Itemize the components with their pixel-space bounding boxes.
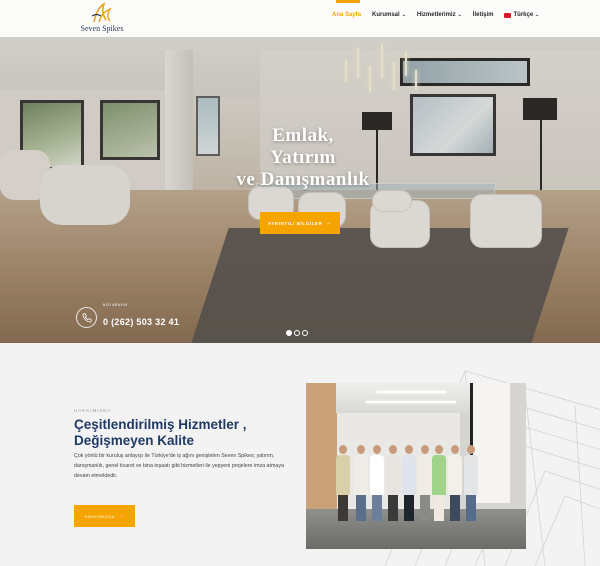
section-title: Çeşitlendirilmiş Hizmetler , Değişmeyen … bbox=[74, 417, 304, 449]
nav-item-label: Ana Sayfa bbox=[332, 12, 362, 18]
chevron-down-icon: ⌄ bbox=[401, 12, 406, 18]
arrow-right-icon: → bbox=[325, 220, 333, 226]
nav-item-contact[interactable]: İletişim bbox=[473, 12, 494, 18]
active-nav-indicator bbox=[336, 0, 360, 3]
logo-text: Seven Spikes bbox=[80, 24, 124, 33]
phone-caption: BİZİ ARAYIN bbox=[103, 303, 128, 307]
hero-title-line: Emlak, bbox=[272, 125, 334, 146]
phone-icon bbox=[76, 307, 97, 328]
call-us-block[interactable]: BİZİ ARAYIN 0 (262) 503 32 41 bbox=[76, 302, 196, 332]
about-description: Çok yönlü bir kuruluş anlayışı ile Türki… bbox=[74, 453, 284, 479]
hero-slider: Emlak, Yatırım ve Danışmanlık AYRINTILI … bbox=[0, 0, 600, 343]
slider-dot[interactable] bbox=[294, 330, 300, 336]
about-us-button-label: HAKKIMIZDA bbox=[84, 513, 115, 519]
details-button[interactable]: AYRINTILI BİLGİLER → bbox=[260, 212, 340, 234]
hero-title: Emlak, Yatırım ve Danışmanlık bbox=[228, 125, 378, 191]
logo-mark-icon bbox=[91, 2, 112, 23]
slider-dot[interactable] bbox=[302, 330, 308, 336]
phone-number[interactable]: 0 (262) 503 32 41 bbox=[103, 317, 179, 327]
site-header: Seven Spikes Ana Sayfa Kurumsal ⌄ Hizmet… bbox=[0, 0, 600, 37]
turkey-flag-icon bbox=[504, 12, 512, 18]
nav-item-corporate[interactable]: Kurumsal ⌄ bbox=[372, 12, 406, 18]
section-eyebrow: HAKKIMIZDA bbox=[74, 408, 112, 413]
nav-item-label: Kurumsal bbox=[372, 12, 400, 18]
about-section: HAKKIMIZDA Çeşitlendirilmiş Hizmetler , … bbox=[0, 343, 600, 566]
hero-title-line: ve Danışmanlık bbox=[236, 169, 370, 190]
slider-dot[interactable] bbox=[286, 330, 292, 336]
about-us-button[interactable]: HAKKIMIZDA → bbox=[74, 505, 135, 527]
main-nav: Ana Sayfa Kurumsal ⌄ Hizmetlerimiz ⌄ İle… bbox=[332, 12, 550, 18]
hero-title-line: Yatırım bbox=[270, 147, 336, 168]
chevron-down-icon: ⌄ bbox=[535, 12, 540, 18]
nav-item-label: Hizmetlerimiz bbox=[416, 12, 456, 18]
nav-item-label: İletişim bbox=[472, 12, 494, 18]
chevron-down-icon: ⌄ bbox=[457, 12, 462, 18]
details-button-label: AYRINTILI BİLGİLER bbox=[267, 220, 323, 226]
section-title-line: Çeşitlendirilmiş Hizmetler , bbox=[74, 417, 247, 432]
language-selector[interactable]: Türkçe ⌄ bbox=[504, 12, 539, 18]
slider-dots bbox=[286, 330, 308, 336]
section-title-line: Değişmeyen Kalite bbox=[74, 433, 195, 448]
nav-item-home[interactable]: Ana Sayfa bbox=[332, 12, 361, 18]
team-photo bbox=[306, 383, 526, 549]
language-label: Türkçe bbox=[513, 12, 534, 18]
site-logo[interactable]: Seven Spikes bbox=[80, 2, 124, 36]
arrow-right-icon: → bbox=[118, 513, 125, 519]
nav-item-services[interactable]: Hizmetlerimiz ⌄ bbox=[417, 12, 462, 18]
